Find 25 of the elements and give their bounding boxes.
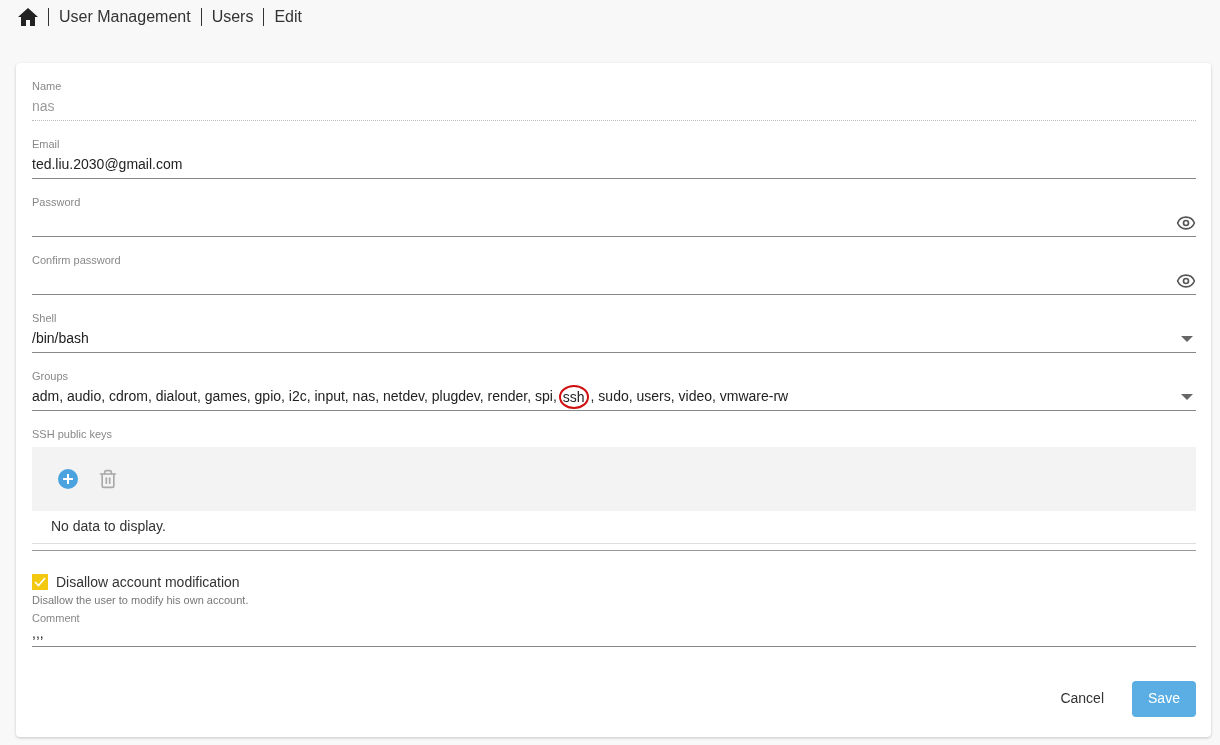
field-label: Email [32,137,60,151]
field-label: Shell [32,311,57,325]
field-label: Confirm password [32,253,121,267]
checkbox-label: Disallow account modification [56,572,240,592]
field-label: Comment [32,610,80,625]
input-field[interactable]: ,,, [32,624,1196,647]
select-field[interactable]: adm, audio, cdrom, dialout, games, gpio, i2c, input, nas, netdev, plugdev, render, spi, ssh , sudo, users, video, vmware-rw [32,383,1196,411]
breadcrumb-link[interactable]: Users [211,5,254,29]
field-label: Groups [32,369,69,383]
empty-table-message: No data to display. [51,517,166,536]
input-field[interactable]: ted.liu.2030@gmail.com [32,151,1196,179]
annotation-circle: ssh [558,384,589,409]
checkbox[interactable] [32,574,48,590]
cancel-button[interactable]: Cancel [1046,680,1118,717]
breadcrumb-link[interactable]: User Management [59,5,191,29]
field-label: Name [32,79,62,93]
select-field[interactable]: /bin/bash [32,325,1196,353]
dropdown-caret-icon[interactable] [1181,335,1193,342]
breadcrumb-link[interactable]: Edit [274,5,302,29]
add-icon[interactable] [58,468,78,489]
home-icon[interactable] [18,8,38,26]
field-label: SSH public keys [32,427,113,442]
dropdown-caret-icon[interactable] [1181,393,1193,400]
checkbox-hint: Disallow the user to modify his own account. [32,592,249,607]
field-label: Password [32,195,81,209]
